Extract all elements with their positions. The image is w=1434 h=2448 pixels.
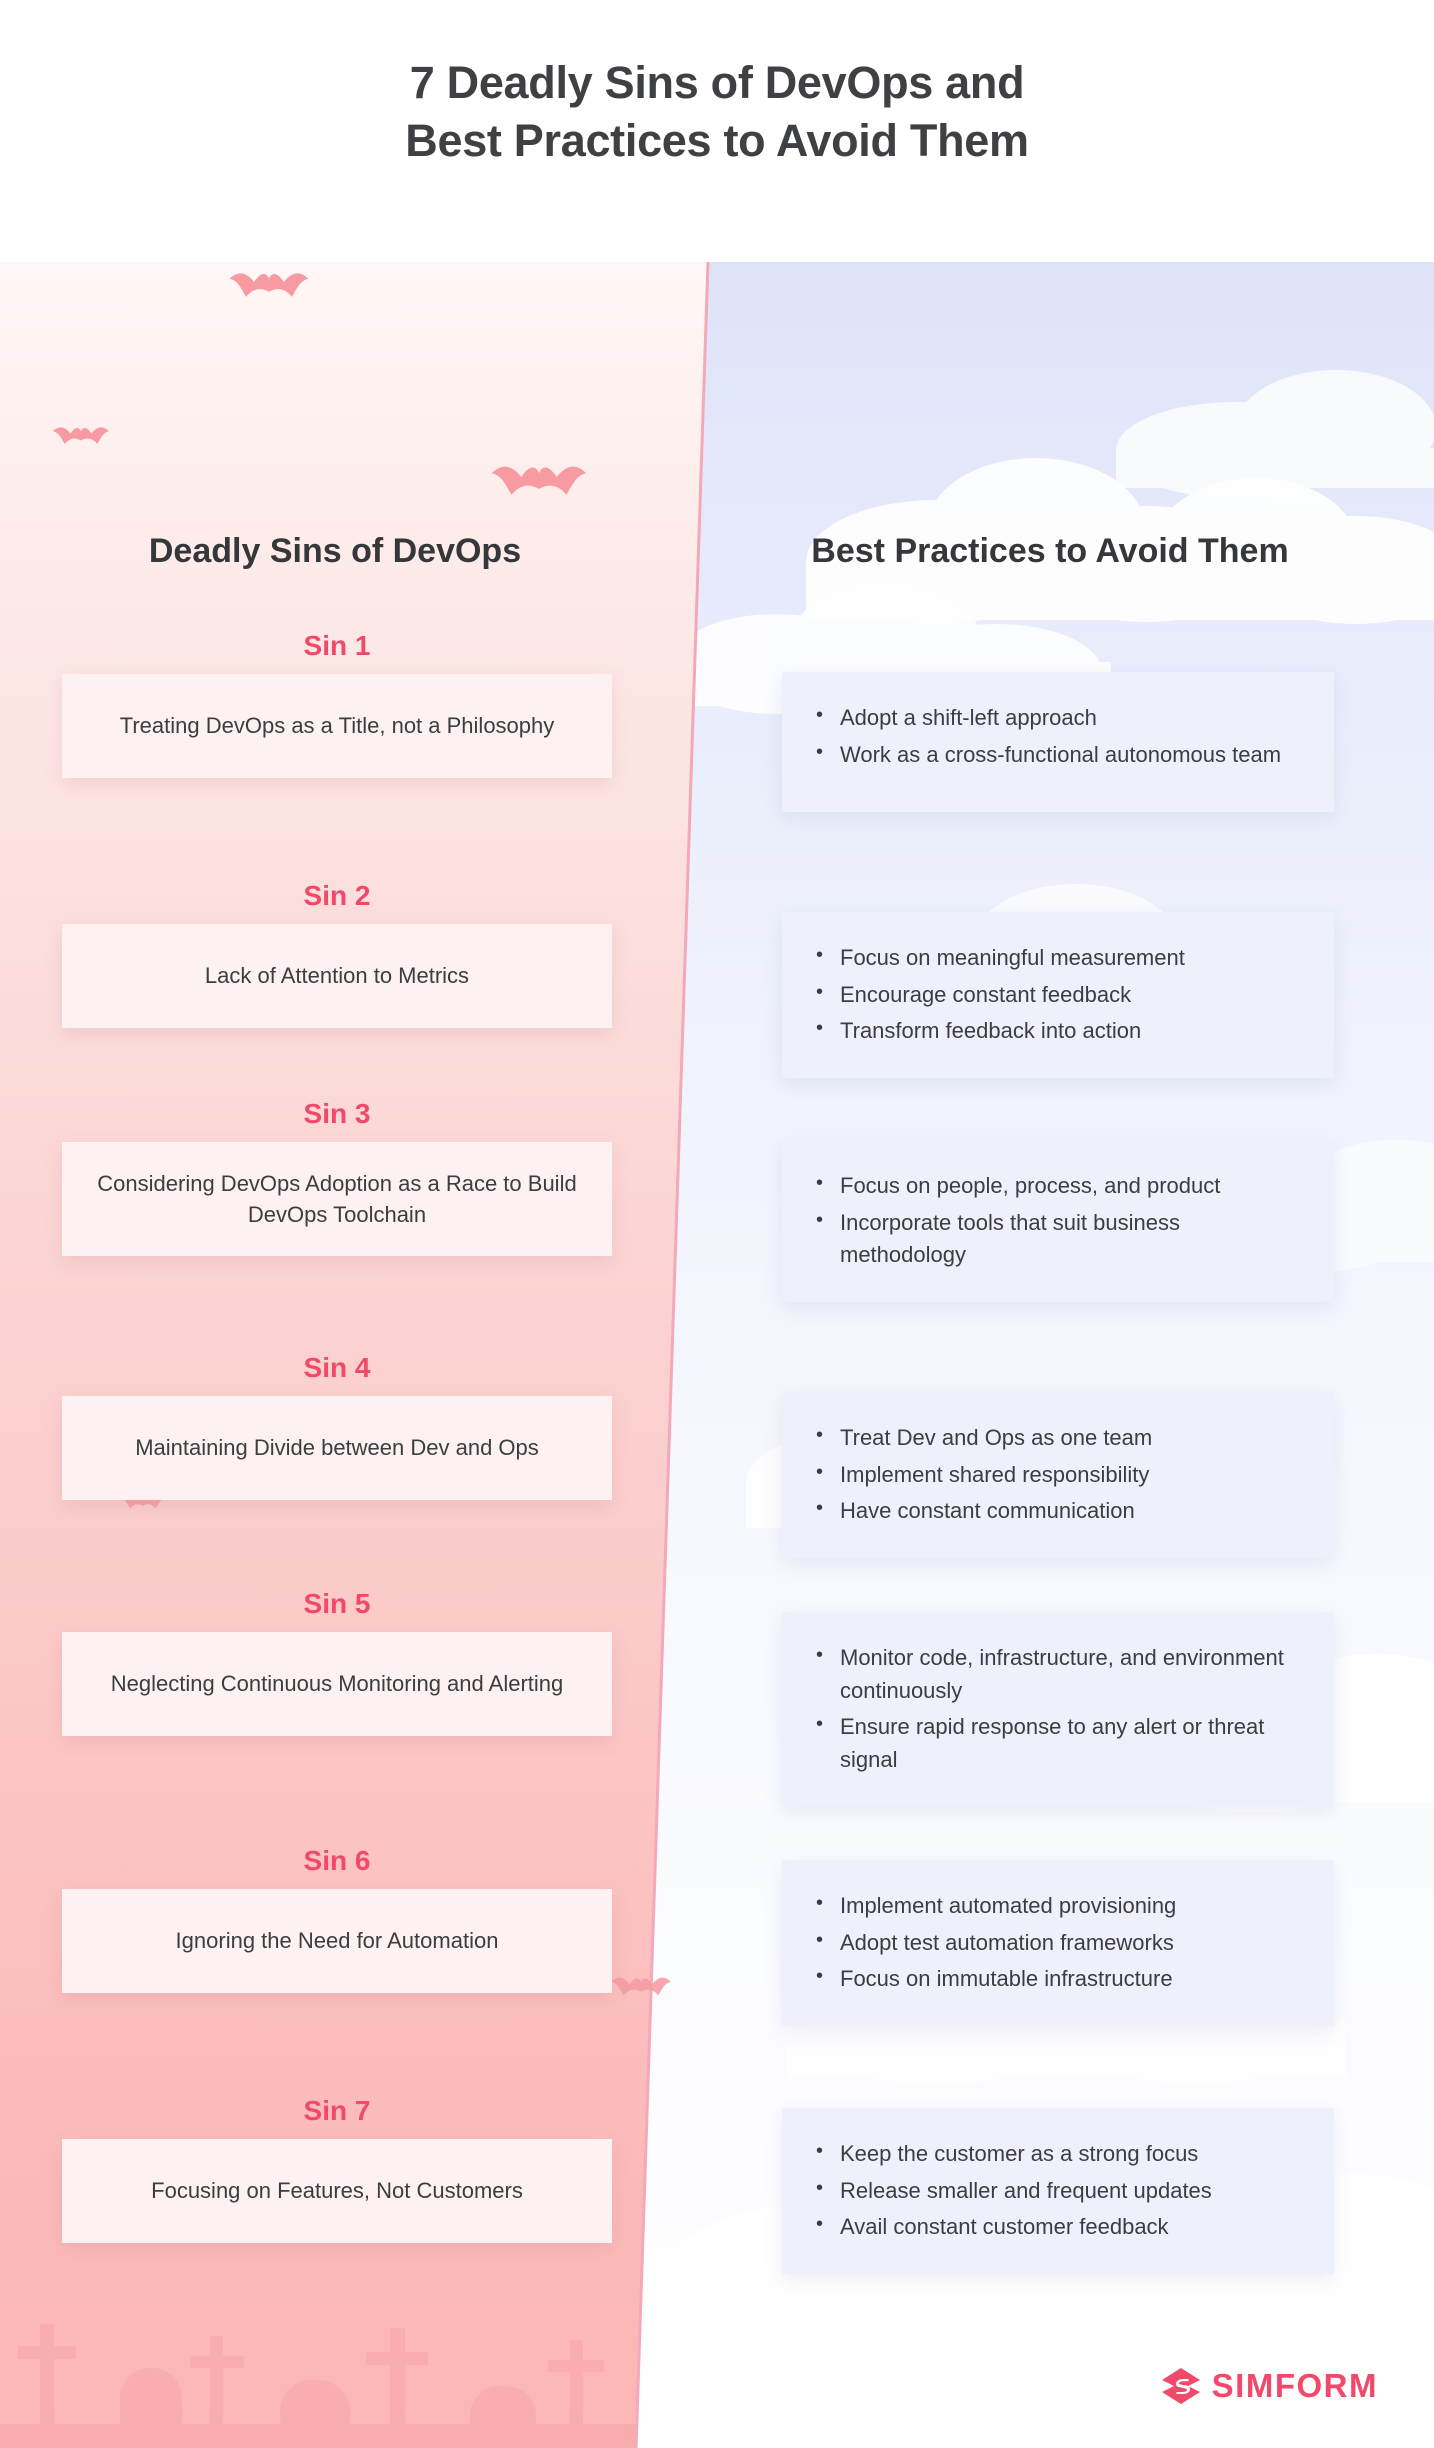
sin-text: Neglecting Continuous Monitoring and Ale… [110,1671,564,1697]
best-practice-list: Keep the customer as a strong focusRelea… [812,2137,1300,2244]
sin-number-label: Sin 1 [303,630,371,661]
best-practice-list: Adopt a shift-left approachWork as a cro… [812,701,1300,772]
sin-number-label: Sin 5 [303,1588,371,1619]
sin-text: Maintaining Divide between Dev and Ops [135,1435,539,1461]
best-practice-card: Treat Dev and Ops as one teamImplement s… [782,1392,1334,1558]
simform-diamond-icon [1161,2368,1200,2404]
sin-block: Sin 2 Lack of Attention to Metrics [62,880,612,1028]
best-practice-item: Release smaller and frequent updates [812,2174,1300,2208]
sin-card: Neglecting Continuous Monitoring and Ale… [62,1632,612,1736]
best-practice-item: Adopt test automation frameworks [812,1926,1300,1960]
best-practice-card: Keep the customer as a strong focusRelea… [782,2108,1334,2274]
title-line-2: Best Practices to Avoid Them [405,114,1029,166]
best-practice-item: Treat Dev and Ops as one team [812,1421,1300,1455]
sin-block: Sin 1 Treating DevOps as a Title, not a P… [62,630,612,778]
best-practice-list: Treat Dev and Ops as one teamImplement s… [812,1421,1300,1528]
sin-number-label: Sin 7 [303,2095,371,2126]
best-practice-item: Work as a cross-functional autonomous te… [812,738,1300,772]
best-practice-item: Adopt a shift-left approach [812,701,1300,735]
best-practice-card: Focus on people, process, and productInc… [782,1140,1334,1302]
sin-card: Lack of Attention to Metrics [62,924,612,1028]
best-practice-item: Keep the customer as a strong focus [812,2137,1300,2171]
best-practice-item: Implement shared responsibility [812,1458,1300,1492]
sin-card: Ignoring the Need for Automation [62,1889,612,1993]
best-practice-item: Avail constant customer feedback [812,2210,1300,2244]
best-practice-card: Adopt a shift-left approachWork as a cro… [782,672,1334,812]
content-rows: Sin 1 Treating DevOps as a Title, not a P… [0,0,1434,2448]
sin-text: Focusing on Features, Not Customers [151,2178,523,2204]
best-practice-item: Monitor code, infrastructure, and enviro… [812,1641,1300,1707]
best-practice-item: Incorporate tools that suit business met… [812,1206,1300,1272]
best-practice-list: Monitor code, infrastructure, and enviro… [812,1641,1300,1776]
sin-text: Lack of Attention to Metrics [204,963,470,989]
best-practice-item: Have constant communication [812,1494,1300,1528]
best-practice-card: Monitor code, infrastructure, and enviro… [782,1612,1334,1807]
best-practice-list: Implement automated provisioningAdopt te… [812,1889,1300,1996]
sin-text: Considering DevOps Adoption as a Race to… [97,1171,577,1228]
best-practice-item: Transform feedback into action [812,1014,1300,1048]
sin-block: Sin 3 Considering DevOps Adoption as a Ra… [62,1098,612,1257]
sin-number-label: Sin 3 [303,1098,371,1129]
sin-card: Focusing on Features, Not Customers [62,2139,612,2243]
sin-card: Maintaining Divide between Dev and Ops [62,1396,612,1500]
title-line-1: 7 Deadly Sins of DevOps and [409,57,1025,108]
best-practice-item: Ensure rapid response to any alert or th… [812,1710,1300,1776]
best-practice-item: Focus on people, process, and product [812,1169,1300,1203]
sin-number-label: Sin 2 [303,880,371,911]
infographic-page: 7 Deadly Sins of DevOps and Best Practic… [0,0,1434,2448]
sin-block: Sin 7 Focusing on Features, Not Customers [62,2095,612,2243]
sin-number-label: Sin 6 [303,1845,371,1876]
sin-text: Treating DevOps as a Title, not a Philos… [119,713,555,739]
simform-logo-text: SIMFORM [1211,2367,1378,2404]
simform-logo[interactable]: SIMFORM [1160,2366,1378,2406]
sin-block: Sin 6 Ignoring the Need for Automation [62,1845,612,1993]
sin-text: Ignoring the Need for Automation [175,1928,499,1954]
best-practice-list: Focus on people, process, and productInc… [812,1169,1300,1272]
sin-number-label: Sin 4 [303,1352,371,1383]
sin-card: Considering DevOps Adoption as a Race to… [62,1142,612,1257]
best-practice-card: Implement automated provisioningAdopt te… [782,1860,1334,2026]
best-practice-item: Focus on immutable infrastructure [812,1962,1300,1996]
best-practice-list: Focus on meaningful measurementEncourage… [812,941,1300,1048]
sin-card: Treating DevOps as a Title, not a Philos… [62,674,612,778]
sin-block: Sin 4 Maintaining Divide between Dev and … [62,1352,612,1500]
best-practice-item: Focus on meaningful measurement [812,941,1300,975]
page-title: 7 Deadly Sins of DevOps and Best Practic… [0,54,1434,169]
best-practice-card: Focus on meaningful measurementEncourage… [782,912,1334,1078]
best-practice-item: Encourage constant feedback [812,978,1300,1012]
sin-block: Sin 5 Neglecting Continuous Monitoring an… [62,1588,612,1736]
best-practice-item: Implement automated provisioning [812,1889,1300,1923]
